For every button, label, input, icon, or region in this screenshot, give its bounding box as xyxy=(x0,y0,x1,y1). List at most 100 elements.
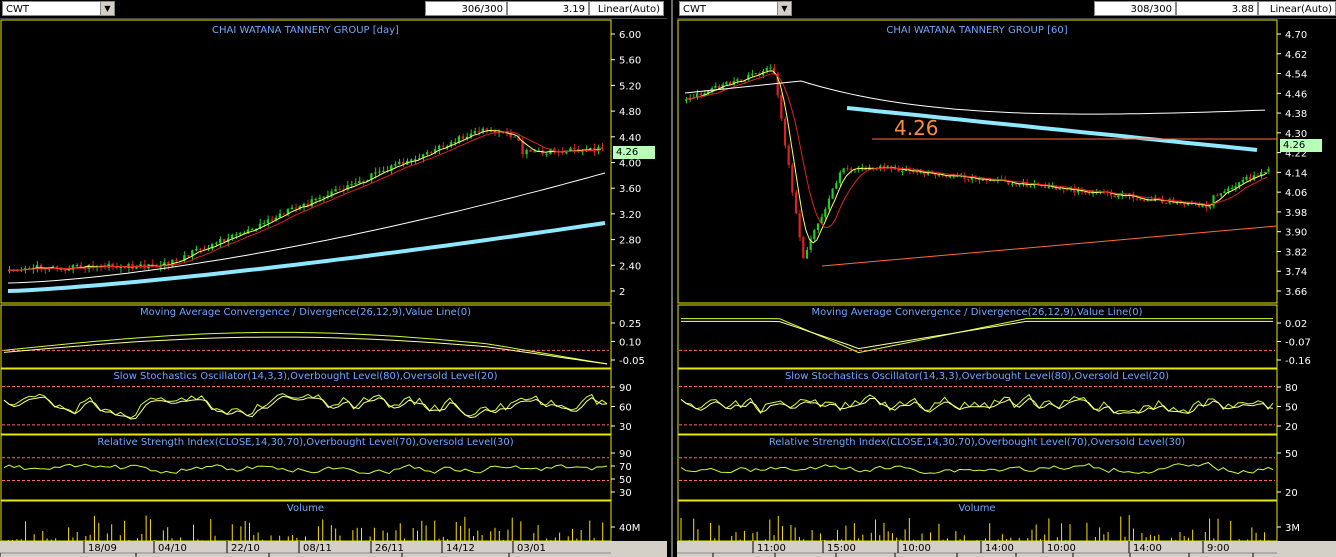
candle-body xyxy=(354,183,357,185)
stoch-d xyxy=(3,395,608,420)
candle-body xyxy=(1113,195,1116,198)
macd-signal xyxy=(681,320,1273,350)
axis-tick-label: 3M xyxy=(1285,523,1300,534)
axis-tick-label: 90 xyxy=(619,449,632,460)
candle-body xyxy=(214,242,218,244)
pane-divider[interactable] xyxy=(667,0,677,557)
price-tick-label: 3.66 xyxy=(1285,287,1307,298)
date-label: 10:00 xyxy=(902,543,931,554)
right-bars-count: 308/300 xyxy=(1094,1,1176,16)
candle-body xyxy=(1014,183,1017,185)
candle-body xyxy=(1164,202,1167,204)
date-label: 14/12 xyxy=(446,543,475,554)
right-last-price-tag: 4.26 xyxy=(1280,139,1322,152)
axis-tick-label: 80 xyxy=(1285,383,1298,394)
left-value-readout: 3.19 xyxy=(507,1,589,16)
candle-body xyxy=(545,153,548,155)
macd-title: Moving Average Convergence / Divergence(… xyxy=(812,307,1143,318)
candle-body xyxy=(473,131,477,134)
right-symbol-select[interactable]: CWT ▼ xyxy=(679,1,792,16)
candle-body xyxy=(441,145,445,147)
left-chart-canvas[interactable]: CHAI WATANA TANNERY GROUP [day] Moving Av… xyxy=(0,18,667,557)
chevron-down-icon[interactable]: ▼ xyxy=(777,2,791,15)
price-tick-label: 3.98 xyxy=(1285,208,1307,219)
trendline xyxy=(821,225,1278,267)
right-toolbar: CWT ▼ 308/300 3.88 Linear(Auto) xyxy=(677,0,1336,19)
date-label: 15:00 xyxy=(827,543,856,554)
candle-body xyxy=(798,213,801,238)
candle-body xyxy=(513,136,516,138)
candle-body xyxy=(453,142,457,144)
price-tick-label: 4.54 xyxy=(1285,70,1307,81)
candle-body xyxy=(1142,200,1146,202)
candle-body xyxy=(75,264,79,266)
left-symbol-select[interactable]: CWT ▼ xyxy=(2,1,115,16)
candle-body xyxy=(601,147,604,150)
stoch-title: Slow Stochastics Oscillator(14,3,3),Over… xyxy=(785,371,1169,382)
candle-body xyxy=(1139,198,1142,201)
candle-body xyxy=(787,145,790,165)
candle-body xyxy=(1208,206,1211,208)
candle-body xyxy=(1084,191,1087,193)
price-tick-label: 6.00 xyxy=(619,30,641,41)
candle-body xyxy=(334,189,337,192)
candle-body xyxy=(1018,184,1021,186)
ma-short-red xyxy=(684,73,1268,229)
price-tick-label: 3.20 xyxy=(619,210,641,221)
candle-body xyxy=(813,229,816,239)
candle-body xyxy=(409,159,413,161)
right-scale-select[interactable]: Linear(Auto) xyxy=(1258,1,1336,16)
candle-body xyxy=(1058,188,1061,190)
price-tick-label: 4.80 xyxy=(619,107,641,118)
price-annotation: 4.26 xyxy=(894,116,939,140)
candle-body xyxy=(250,229,254,231)
candle-body xyxy=(374,172,377,174)
candle-body xyxy=(1219,193,1222,196)
axis-tick-label: 20 xyxy=(1285,422,1298,433)
stoch-d xyxy=(680,397,1274,415)
axis-tick-label: 50 xyxy=(619,475,632,486)
axis-tick-label: -0.07 xyxy=(1285,338,1311,349)
axis-tick-label: 30 xyxy=(619,488,632,499)
candle-body xyxy=(525,150,528,155)
price-panel-frame xyxy=(0,19,612,304)
candle-body xyxy=(477,131,481,133)
candle-body xyxy=(282,213,286,215)
left-last-price-tag: 4.26 xyxy=(613,146,655,159)
candle-body xyxy=(195,248,198,251)
chevron-down-icon[interactable]: ▼ xyxy=(100,2,114,15)
candle-body xyxy=(783,118,787,146)
right-chart-canvas[interactable]: CHAI WATANA TANNERY GROUP [60] Moving Ave… xyxy=(677,18,1336,557)
candle-body xyxy=(1029,185,1032,187)
candle-body xyxy=(199,248,202,250)
candle-body xyxy=(1267,169,1270,172)
macd-title: Moving Average Convergence / Divergence(… xyxy=(140,307,471,318)
candle-body xyxy=(290,207,293,210)
candle-body xyxy=(901,170,904,172)
candle-body xyxy=(1230,188,1233,190)
price-tick-label: 4.38 xyxy=(1285,109,1307,120)
candle-body xyxy=(780,95,783,119)
candle-body xyxy=(429,152,433,154)
candle-body xyxy=(398,161,401,164)
candle-body xyxy=(222,239,226,243)
chart-title: CHAI WATANA TANNERY GROUP [day] xyxy=(212,25,399,36)
ma-short-yellow xyxy=(7,129,602,271)
left-scale-select[interactable]: Linear(Auto) xyxy=(589,1,664,16)
price-tick-label: 4.00 xyxy=(619,159,641,170)
candle-body xyxy=(714,85,717,89)
candle-body xyxy=(765,68,768,72)
price-tick-label: 5.60 xyxy=(619,56,641,67)
axis-tick-label: -0.05 xyxy=(619,356,645,367)
axis-tick-label: 0.10 xyxy=(619,338,641,349)
candle-body xyxy=(967,178,970,180)
price-tick-label: 4.70 xyxy=(1285,30,1307,41)
candle-body xyxy=(791,164,794,193)
candle-body xyxy=(262,223,266,225)
price-tick-label: 3.60 xyxy=(619,184,641,195)
chart-title: CHAI WATANA TANNERY GROUP [60] xyxy=(886,25,1067,36)
candle-body xyxy=(948,176,951,178)
candle-body xyxy=(1249,176,1252,180)
candle-body xyxy=(1117,195,1120,198)
axis-tick-label: 50 xyxy=(1285,449,1298,460)
